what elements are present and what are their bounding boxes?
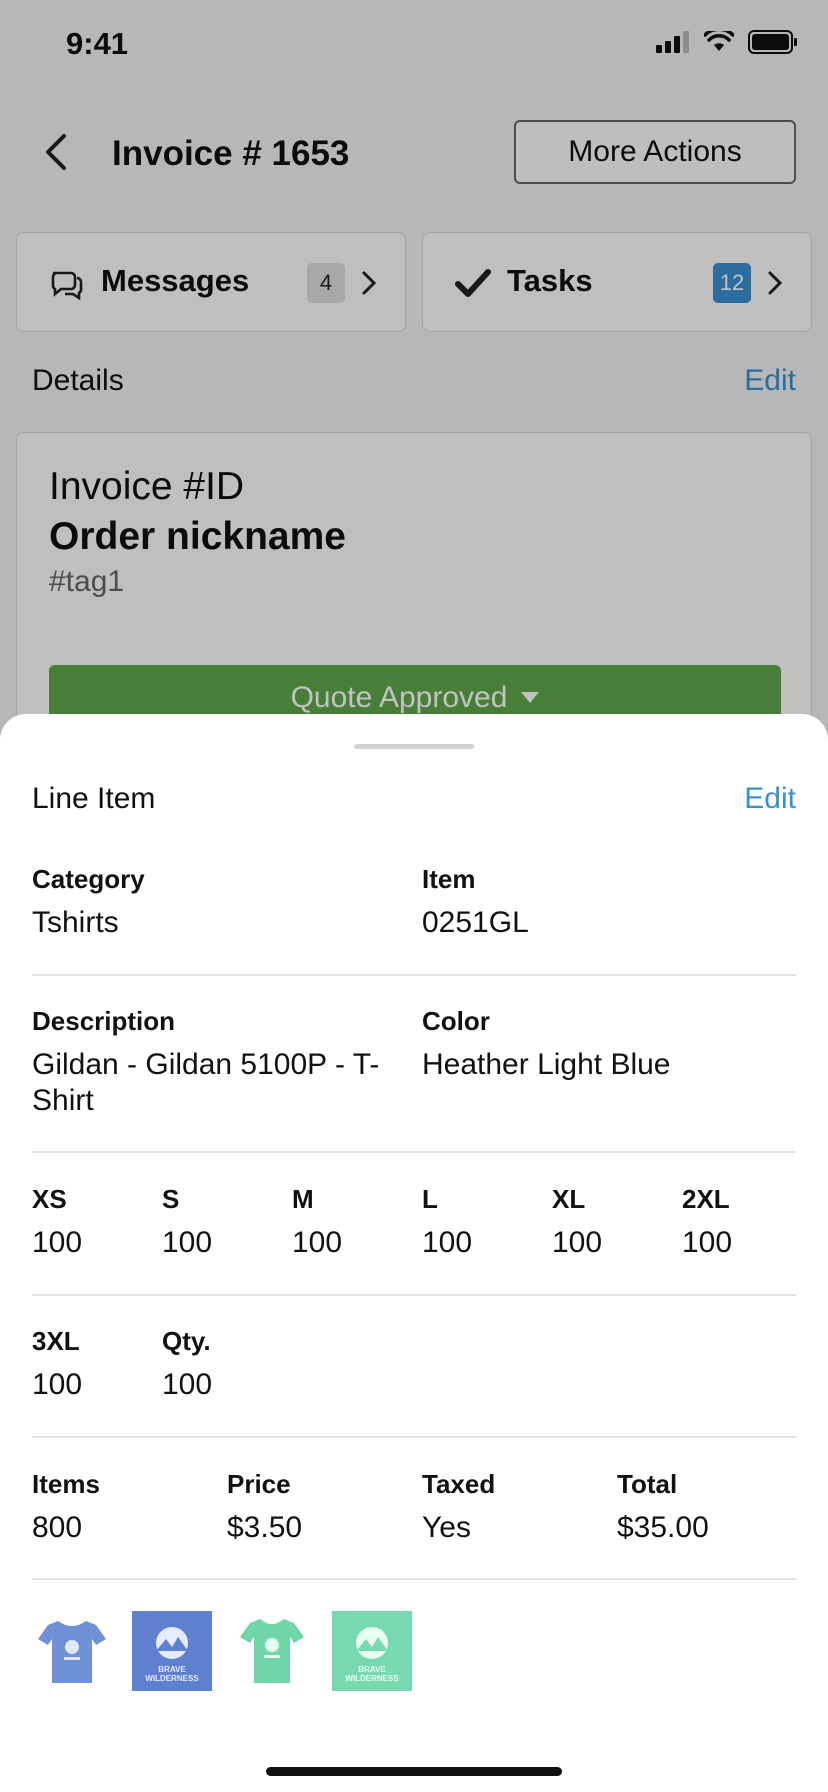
size-value: 100 [422, 1226, 473, 1259]
svg-text:BRAVE: BRAVE [158, 1665, 186, 1674]
tshirt-thumbnail[interactable] [32, 1611, 112, 1691]
size-value: 100 [162, 1226, 213, 1259]
size-cell-l: L 100 [422, 1184, 472, 1261]
items-value: 800 [32, 1511, 83, 1544]
size-value: 100 [292, 1226, 343, 1259]
line-item-edit-link[interactable]: Edit [744, 782, 796, 816]
divider [32, 1151, 796, 1153]
sheet-grabber-handle[interactable] [354, 744, 474, 749]
size-cell-xs: XS 100 [32, 1184, 82, 1261]
size-cell-m: M 100 [292, 1184, 342, 1261]
qty-cell: Qty. 100 [162, 1326, 212, 1403]
item-label: Item [422, 864, 476, 894]
home-indicator[interactable] [266, 1767, 562, 1776]
size-label: M [292, 1184, 314, 1214]
sizes-row-1: XS 100 S 100 M 100 L 100 XL 100 2XL 100 [32, 1184, 796, 1264]
total-cell: Total $35.00 [617, 1469, 709, 1546]
price-label: Price [227, 1469, 291, 1499]
sizes-row-2: 3XL 100 Qty. 100 [32, 1326, 796, 1406]
size-label: 2XL [682, 1184, 730, 1214]
qty-label: Qty. [162, 1326, 211, 1356]
description-label: Description [32, 1006, 176, 1036]
items-cell: Items 800 [32, 1469, 100, 1546]
item-value: 0251GL [422, 906, 529, 939]
size-cell-2xl: 2XL 100 [682, 1184, 732, 1261]
size-cell-3xl: 3XL 100 [32, 1326, 82, 1403]
item-cell: Item 0251GL [422, 864, 529, 941]
size-value: 100 [552, 1226, 603, 1259]
divider [32, 974, 796, 976]
taxed-cell: Taxed Yes [422, 1469, 495, 1546]
sheet-header: Line Item [32, 782, 156, 815]
color-cell: Color Heather Light Blue [422, 1006, 671, 1083]
size-value: 100 [32, 1368, 83, 1401]
divider [32, 1294, 796, 1296]
size-label: S [162, 1184, 180, 1214]
tshirt-thumbnail[interactable] [232, 1611, 312, 1691]
description-color-row: Description Gildan - Gildan 5100P - T-Sh… [32, 1006, 796, 1119]
description-value: Gildan - Gildan 5100P - T-Shirt [32, 1048, 380, 1117]
size-cell-s: S 100 [162, 1184, 212, 1261]
line-item-sheet: Line Item Edit Category Tshirts Item 025… [0, 714, 828, 1792]
category-label: Category [32, 864, 145, 894]
size-value: 100 [32, 1226, 83, 1259]
size-value: 100 [682, 1226, 733, 1259]
qty-value: 100 [162, 1368, 213, 1401]
total-value: $35.00 [617, 1511, 709, 1544]
totals-row: Items 800 Price $3.50 Taxed Yes Total $3… [32, 1469, 796, 1549]
mockup-thumbnails: BRAVE WILDERNESS BRAVE WILDERNESS [32, 1611, 412, 1691]
divider [32, 1578, 796, 1580]
size-label: 3XL [32, 1326, 80, 1356]
color-label: Color [422, 1006, 490, 1036]
color-value: Heather Light Blue [422, 1048, 671, 1081]
taxed-value: Yes [422, 1511, 471, 1544]
category-item-row: Category Tshirts Item 0251GL [32, 864, 796, 944]
category-value: Tshirts [32, 906, 119, 939]
size-label: XL [552, 1184, 586, 1214]
design-print-thumbnail[interactable]: BRAVE WILDERNESS [332, 1611, 412, 1691]
svg-text:BRAVE: BRAVE [358, 1665, 386, 1674]
description-cell: Description Gildan - Gildan 5100P - T-Sh… [32, 1006, 382, 1119]
taxed-label: Taxed [422, 1469, 496, 1499]
svg-text:WILDERNESS: WILDERNESS [345, 1674, 399, 1683]
divider [32, 1436, 796, 1438]
size-cell-xl: XL 100 [552, 1184, 602, 1261]
design-print-thumbnail[interactable]: BRAVE WILDERNESS [132, 1611, 212, 1691]
items-label: Items [32, 1469, 100, 1499]
category-cell: Category Tshirts [32, 864, 145, 941]
svg-text:WILDERNESS: WILDERNESS [145, 1674, 199, 1683]
size-label: L [422, 1184, 438, 1214]
total-label: Total [617, 1469, 678, 1499]
price-value: $3.50 [227, 1511, 303, 1544]
size-label: XS [32, 1184, 67, 1214]
price-cell: Price $3.50 [227, 1469, 302, 1546]
